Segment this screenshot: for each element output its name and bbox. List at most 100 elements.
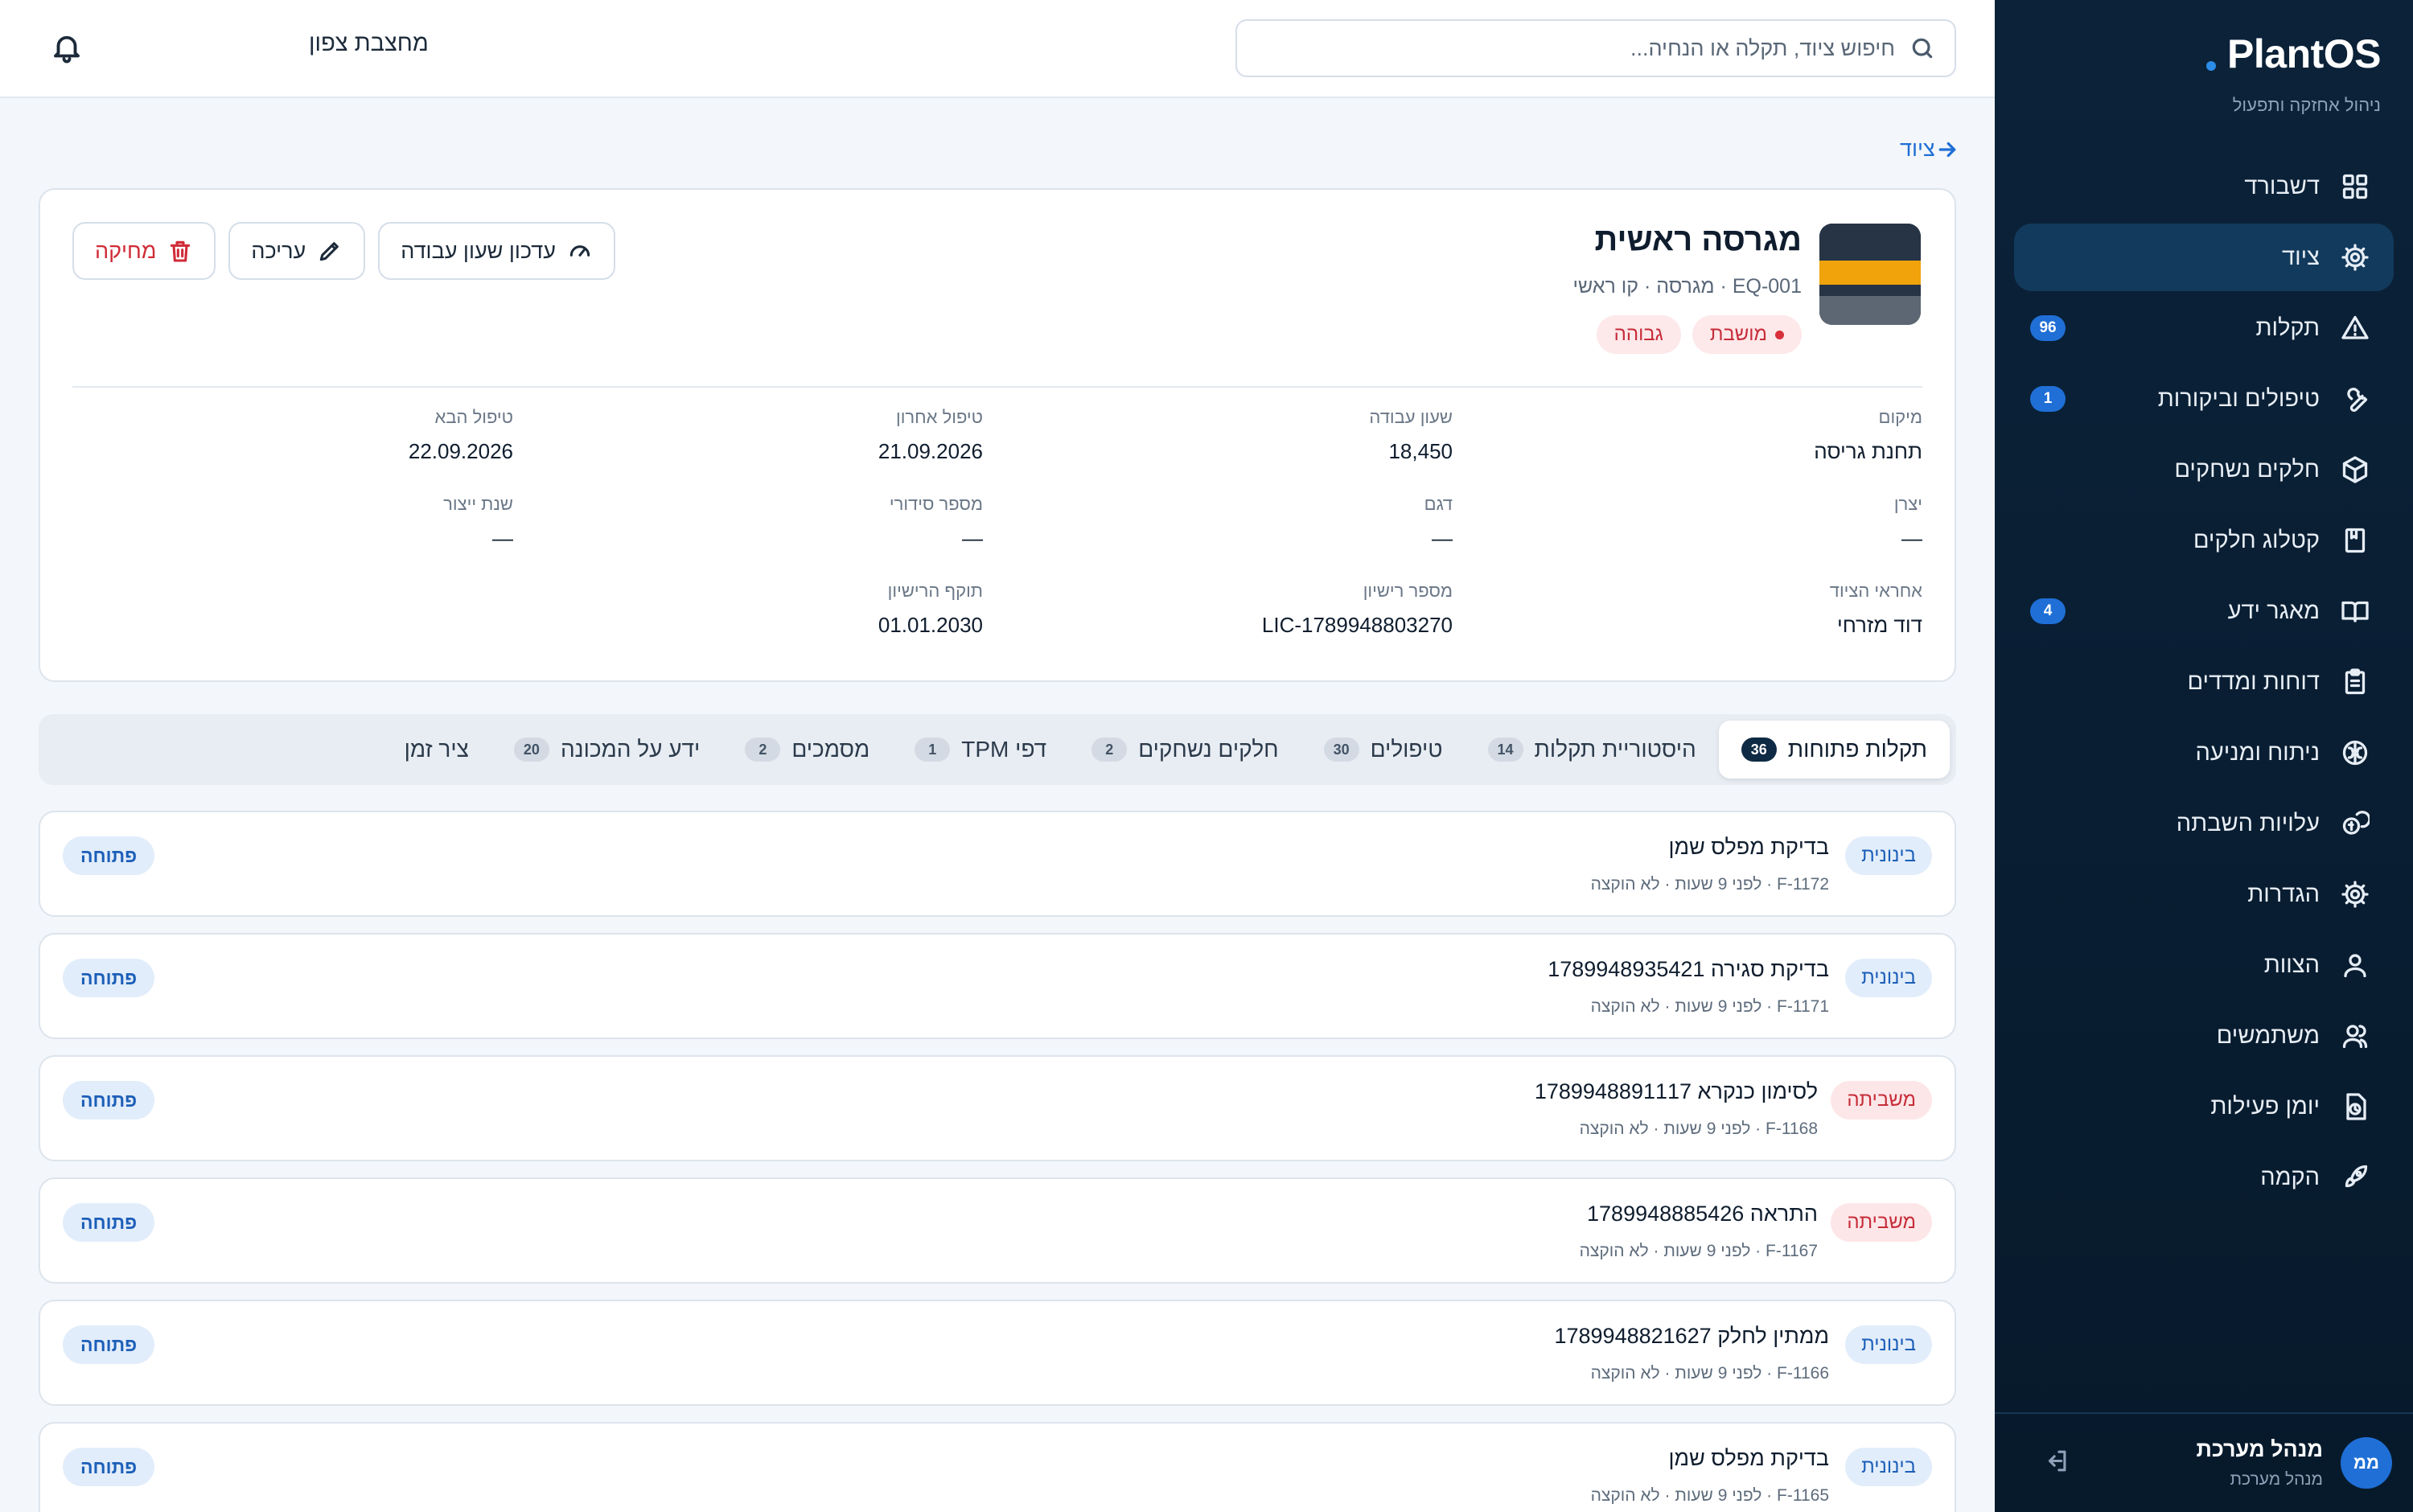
detail-value: LIC-1789948803270 bbox=[1261, 613, 1453, 637]
user-icon bbox=[2339, 949, 2371, 981]
sidebar-item-label: עלויות השבתה bbox=[2176, 810, 2320, 836]
detail-value: — bbox=[1432, 526, 1453, 550]
users-icon bbox=[2339, 1020, 2371, 1052]
tab-documents[interactable]: מסמכים 2 bbox=[722, 721, 892, 779]
detail-label: מספר רישיון bbox=[1363, 581, 1453, 601]
sidebar-item-wear-parts[interactable]: חלקים נשחקים bbox=[2014, 436, 2394, 503]
search-icon bbox=[1912, 38, 1933, 59]
fault-meta: F-1172 · לפני 9 שעות · לא הוקצה bbox=[1590, 875, 1829, 894]
detail-label: מיקום bbox=[1878, 407, 1922, 427]
breadcrumb-link[interactable]: ציוד bbox=[1900, 137, 1935, 162]
fault-row[interactable]: משביתה התראה 1789948885426 F-1167 · לפני… bbox=[39, 1177, 1956, 1284]
tab-machine-knowledge[interactable]: ידע על המכונה 20 bbox=[491, 721, 722, 779]
logout-button[interactable] bbox=[2043, 1448, 2070, 1479]
equipment-tabs: תקלות פתוחות 36 היסטוריית תקלות 14 טיפול… bbox=[39, 714, 1956, 785]
sidebar-item-activity-log[interactable]: יומן פעילות bbox=[2014, 1073, 2394, 1140]
detail-license-number: מספר רישיון LIC-1789948803270 bbox=[983, 581, 1453, 638]
tab-label: חלקים נשחקים bbox=[1138, 737, 1279, 762]
fault-row[interactable]: בינונית בדיקת סגירה 1789948935421 F-1171… bbox=[39, 933, 1956, 1039]
update-hours-label: עדכון שעון עבודה bbox=[401, 238, 556, 263]
tab-tpm-sheets[interactable]: דפי TPM 1 bbox=[892, 721, 1069, 779]
detail-label: אחראי הציוד bbox=[1829, 581, 1922, 601]
update-hours-button[interactable]: עדכון שעון עבודה bbox=[378, 222, 615, 280]
tab-timeline[interactable]: ציר זמן bbox=[382, 721, 491, 779]
tab-label: ציר זמן bbox=[404, 737, 469, 762]
sidebar-item-label: חלקים נשחקים bbox=[2174, 456, 2320, 483]
sidebar-item-analysis[interactable]: ניתוח ומניעה bbox=[2014, 719, 2394, 787]
user-role: מנהל מערכת bbox=[2230, 1469, 2323, 1489]
detail-model: דגם — bbox=[983, 494, 1453, 551]
severity-badge: בינונית bbox=[1845, 1448, 1932, 1486]
detail-label: יצרן bbox=[1893, 494, 1922, 514]
sidebar-item-label: ציוד bbox=[2282, 244, 2320, 270]
sidebar-item-label: הצוות bbox=[2263, 951, 2320, 978]
tab-count: 36 bbox=[1741, 738, 1777, 762]
tab-wear-parts[interactable]: חלקים נשחקים 2 bbox=[1069, 721, 1301, 779]
breadcrumb[interactable]: ציוד bbox=[1892, 137, 1959, 162]
brain-icon bbox=[2339, 737, 2371, 769]
sidebar-item-parts-catalog[interactable]: קטלוג חלקים bbox=[2014, 507, 2394, 574]
tab-open-faults[interactable]: תקלות פתוחות 36 bbox=[1718, 721, 1950, 779]
edit-button-label: עריכה bbox=[251, 238, 306, 263]
user-name: מנהל מערכת bbox=[2196, 1436, 2323, 1461]
sidebar-item-reports[interactable]: דוחות ומדדים bbox=[2014, 648, 2394, 716]
sidebar-item-team[interactable]: הצוות bbox=[2014, 931, 2394, 999]
user-info: מנהל מערכת מנהל מערכת bbox=[2196, 1437, 2323, 1489]
tab-count: 30 bbox=[1323, 738, 1359, 762]
logout-icon bbox=[2048, 1450, 2066, 1472]
delete-button[interactable]: מחיקה bbox=[72, 222, 216, 280]
user-panel: ממ מנהל מערכת מנהל מערכת bbox=[1995, 1412, 2413, 1512]
detail-label: מספר סידורי bbox=[889, 494, 983, 514]
tab-count: 1 bbox=[915, 738, 951, 762]
sidebar-item-label: דשבורד bbox=[2244, 173, 2320, 199]
sidebar-item-users[interactable]: משתמשים bbox=[2014, 1002, 2394, 1070]
severity-badge: בינונית bbox=[1845, 1325, 1932, 1364]
rocket-icon bbox=[2339, 1161, 2371, 1194]
fault-title: התראה 1789948885426 bbox=[1587, 1202, 1818, 1226]
sidebar-nav: דשבורד ציוד תקלות 96 טיפולים וביקורות 1 … bbox=[2014, 153, 2394, 1214]
sidebar-item-label: דוחות ומדדים bbox=[2187, 668, 2320, 695]
search-input[interactable] bbox=[1256, 35, 1895, 61]
open-book-icon bbox=[2339, 595, 2371, 627]
fault-row[interactable]: בינונית בדיקת מפלס שמן F-1172 · לפני 9 ש… bbox=[39, 811, 1956, 917]
detail-value: דוד מזרחי bbox=[1836, 613, 1922, 637]
notifications-button[interactable] bbox=[50, 31, 84, 68]
fault-row[interactable]: משביתה לסימון כנקרא 1789948891117 F-1168… bbox=[39, 1055, 1956, 1161]
detail-serial: מספר סידורי — bbox=[513, 494, 983, 551]
brand-name: PlantOS bbox=[2227, 31, 2381, 76]
book-icon bbox=[2339, 524, 2371, 557]
sidebar-item-faults[interactable]: תקלות 96 bbox=[2014, 294, 2394, 362]
sidebar-item-maintenance[interactable]: טיפולים וביקורות 1 bbox=[2014, 365, 2394, 433]
tab-count: 20 bbox=[513, 738, 549, 762]
avatar[interactable]: ממ bbox=[2341, 1437, 2392, 1489]
sidebar-item-dashboard[interactable]: דשבורד bbox=[2014, 153, 2394, 220]
sidebar-item-settings[interactable]: הגדרות bbox=[2014, 861, 2394, 928]
tab-count: 14 bbox=[1487, 738, 1523, 762]
sidebar-item-setup[interactable]: הקמה bbox=[2014, 1144, 2394, 1211]
box-icon bbox=[2339, 454, 2371, 486]
count-badge: 4 bbox=[2030, 598, 2066, 624]
warning-icon bbox=[2339, 312, 2371, 344]
sidebar-item-label: טיפולים וביקורות bbox=[2157, 385, 2320, 412]
tab-maintenance[interactable]: טיפולים 30 bbox=[1301, 721, 1465, 779]
detail-last-service: טיפול אחרון 21.09.2026 bbox=[513, 407, 983, 464]
sidebar-item-equipment[interactable]: ציוד bbox=[2014, 224, 2394, 291]
site-selector[interactable]: מחצבת צפון bbox=[309, 31, 429, 57]
sidebar-item-knowledge[interactable]: מאגר ידע 4 bbox=[2014, 577, 2394, 645]
detail-value: תחנת גריסה bbox=[1814, 439, 1922, 463]
detail-value: 21.09.2026 bbox=[878, 439, 983, 463]
detail-license-expiry: תוקף הרישיון 01.01.2030 bbox=[513, 581, 983, 638]
count-badge: 1 bbox=[2030, 386, 2066, 412]
tab-label: היסטוריית תקלות bbox=[1534, 737, 1696, 762]
detail-value: — bbox=[492, 526, 513, 550]
tab-count: 2 bbox=[1091, 738, 1128, 762]
edit-button[interactable]: עריכה bbox=[228, 222, 366, 280]
search-box[interactable] bbox=[1235, 19, 1956, 77]
fault-row[interactable]: בינונית ממתין לחלק 1789948821627 F-1166 … bbox=[39, 1300, 1956, 1406]
fault-status-badge: פתוחה bbox=[63, 959, 155, 997]
sidebar-item-downtime-costs[interactable]: עלויות השבתה bbox=[2014, 790, 2394, 857]
equipment-card: מגרסה ראשית EQ-001 · מגרסה · קו ראשי מוש… bbox=[39, 188, 1956, 682]
fault-row[interactable]: בינונית בדיקת מפלס שמן F-1165 · לפני 9 ש… bbox=[39, 1422, 1956, 1512]
tab-fault-history[interactable]: היסטוריית תקלות 14 bbox=[1465, 721, 1719, 779]
fault-title: לסימון כנקרא 1789948891117 bbox=[1534, 1079, 1818, 1103]
